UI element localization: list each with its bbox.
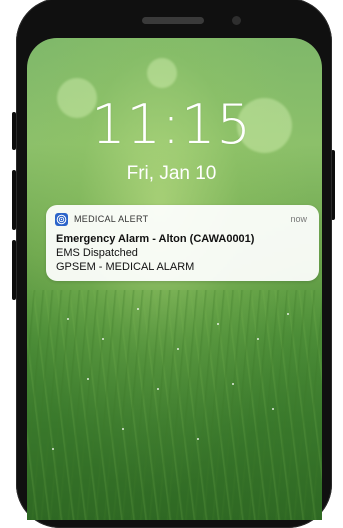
medical-alert-app-icon xyxy=(55,213,68,226)
grass-background xyxy=(27,290,322,520)
front-camera xyxy=(232,16,241,25)
notification-body-line: EMS Dispatched xyxy=(56,247,138,259)
lock-screen-time: 11:15 xyxy=(91,93,252,156)
notification-app-name: MEDICAL ALERT xyxy=(74,214,149,224)
notification-body-line: GPSEM - MEDICAL ALARM xyxy=(56,261,195,273)
notification-title: Emergency Alarm - Alton (CAWA0001) xyxy=(56,233,255,245)
earpiece-speaker xyxy=(142,17,204,24)
notification-timestamp: now xyxy=(290,214,307,224)
lock-screen-date: Fri, Jan 10 xyxy=(126,163,217,184)
medical-alert-notification[interactable]: MEDICAL ALERT now Emergency Alarm - Alto… xyxy=(46,205,319,281)
